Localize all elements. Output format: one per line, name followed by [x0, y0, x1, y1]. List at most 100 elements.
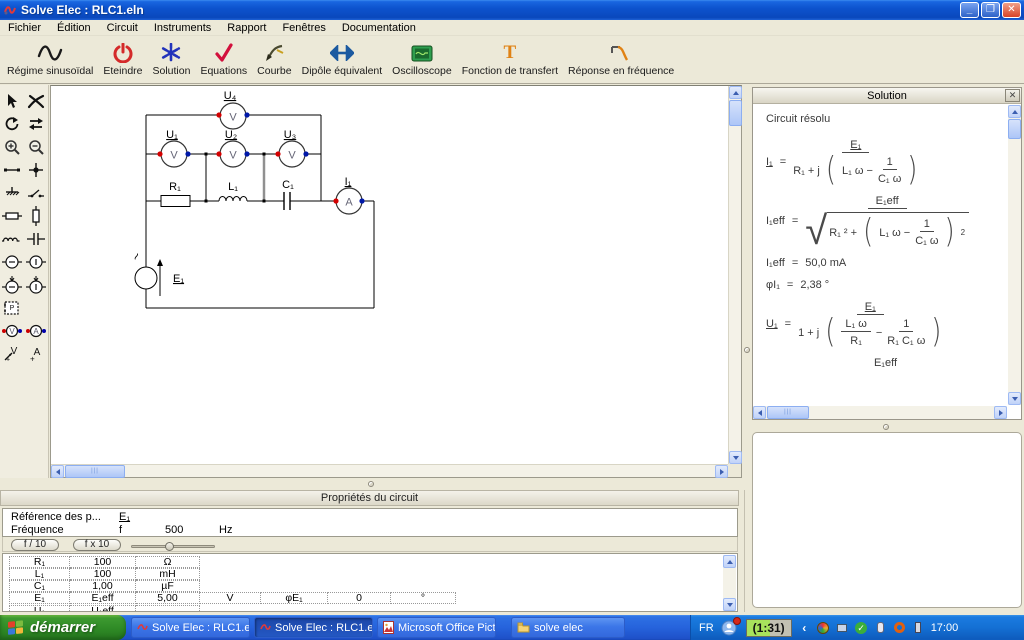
palette-ground-tool[interactable]: [0, 181, 24, 204]
palette-inductor-tool[interactable]: [0, 227, 24, 250]
messenger-icon[interactable]: [720, 619, 740, 637]
palette-zoom-in-tool[interactable]: [0, 135, 24, 158]
scroll-left-icon[interactable]: [753, 406, 766, 419]
taskbar-task-folder[interactable]: solve elec: [511, 617, 625, 638]
table-vscrollbar[interactable]: [723, 555, 736, 611]
frequency-slider[interactable]: [131, 545, 215, 548]
voltmeter-U1[interactable]: V U₁: [157, 129, 190, 167]
menu-circuit[interactable]: Circuit: [99, 21, 146, 35]
close-button[interactable]: ✕: [1002, 2, 1021, 18]
splitter-handle[interactable]: [368, 481, 374, 487]
scroll-down-icon[interactable]: [723, 598, 736, 611]
palette-wire-tool[interactable]: [0, 158, 24, 181]
menu-rapport[interactable]: Rapport: [219, 21, 274, 35]
menu-fenetres[interactable]: Fenêtres: [274, 21, 333, 35]
property-row-frequency[interactable]: Fréquence f 500 Hz: [3, 524, 737, 537]
solution-panel-header[interactable]: Solution ✕: [753, 88, 1021, 104]
tray-ring-icon[interactable]: [893, 621, 906, 634]
tray-network-icon[interactable]: [836, 621, 849, 634]
scroll-right-icon[interactable]: [715, 465, 728, 478]
tray-mouse-icon[interactable]: [874, 621, 887, 634]
schematic-canvas[interactable]: R₁ L₁ C₁ A I₁ V: [50, 85, 742, 478]
taskbar-task-solve-elec-2[interactable]: Solve Elec : RLC1.eln: [254, 617, 373, 638]
taskbar-task-solve-elec-1[interactable]: Solve Elec : RLC1.eln: [131, 617, 250, 638]
menu-instruments[interactable]: Instruments: [146, 21, 219, 35]
solution-vscrollbar[interactable]: [1008, 105, 1021, 405]
tool-courbe[interactable]: Courbe: [252, 40, 296, 82]
scroll-up-icon[interactable]: [729, 86, 742, 99]
property-row-reference[interactable]: Référence des p... E₁: [3, 511, 737, 524]
palette-node-tool[interactable]: [24, 158, 48, 181]
tool-eteindre[interactable]: Eteindre: [98, 40, 147, 82]
freq-div10-button[interactable]: f / 10: [11, 539, 59, 551]
solution-left-splitter-handle[interactable]: [744, 347, 750, 353]
voltmeter-U3[interactable]: V U₃: [275, 129, 308, 167]
scroll-right-icon[interactable]: [994, 406, 1007, 419]
resistor-R1[interactable]: R₁: [161, 181, 190, 207]
solution-vthumb[interactable]: [1008, 119, 1021, 139]
canvas-vthumb[interactable]: [729, 100, 742, 126]
tray-battery-icon[interactable]: [912, 621, 925, 634]
solution-bottom-splitter-handle[interactable]: [883, 424, 889, 430]
horizontal-splitter[interactable]: [0, 478, 742, 490]
solution-hscrollbar[interactable]: |||: [753, 406, 1007, 419]
scroll-down-icon[interactable]: [1008, 392, 1021, 405]
freq-mul10-button[interactable]: f x 10: [73, 539, 121, 551]
canvas-hscrollbar[interactable]: |||: [51, 464, 728, 477]
menu-documentation[interactable]: Documentation: [334, 21, 424, 35]
palette-current-source-arrow-tool[interactable]: [24, 273, 48, 296]
menu-edition[interactable]: Édition: [49, 21, 99, 35]
tool-equations[interactable]: Equations: [195, 40, 252, 82]
canvas-hthumb[interactable]: |||: [65, 465, 125, 478]
ammeter-I1[interactable]: A I₁: [333, 176, 364, 214]
palette-voltmeter-tool[interactable]: V: [0, 319, 24, 342]
language-indicator[interactable]: FR: [699, 622, 714, 634]
palette-voltage-source-tool[interactable]: [0, 250, 24, 273]
tray-color-icon[interactable]: [817, 621, 830, 634]
canvas-vscrollbar[interactable]: [728, 86, 741, 464]
minimize-button[interactable]: _: [960, 2, 979, 18]
tool-solution[interactable]: Solution: [148, 40, 196, 82]
palette-switch-tool[interactable]: [24, 181, 48, 204]
solution-hthumb[interactable]: |||: [767, 406, 809, 419]
scroll-left-icon[interactable]: [51, 465, 64, 478]
palette-reverse-tool[interactable]: [24, 112, 48, 135]
solution-close-icon[interactable]: ✕: [1005, 89, 1020, 102]
menu-fichier[interactable]: Fichier: [0, 21, 49, 35]
palette-ammeter-tool[interactable]: A: [24, 319, 48, 342]
palette-current-source-tool[interactable]: [24, 250, 48, 273]
palette-zoom-out-tool[interactable]: [24, 135, 48, 158]
capacitor-C1[interactable]: C₁: [282, 179, 294, 210]
palette-capacitor-tool[interactable]: [24, 227, 48, 250]
palette-select-tool[interactable]: [0, 89, 24, 112]
tool-fonction-transfert[interactable]: T Fonction de transfert: [457, 40, 563, 82]
tool-reponse-frequence[interactable]: Réponse en fréquence: [563, 40, 679, 82]
taskbar-task-picture-manager[interactable]: Microsoft Office Pictu...: [377, 617, 496, 638]
voltmeter-U4[interactable]: V U₄: [216, 90, 249, 129]
palette-current-probe-tool[interactable]: A+: [24, 342, 48, 365]
palette-resistor-h-tool[interactable]: [0, 204, 24, 227]
palette-opamp-tool[interactable]: P: [0, 296, 24, 319]
palette-voltage-source-arrow-tool[interactable]: [0, 273, 24, 296]
voltmeter-U2[interactable]: V U₂: [216, 129, 249, 167]
tray-update-icon[interactable]: ✓: [855, 621, 868, 634]
tool-dipole-equivalent[interactable]: Dipôle équivalent: [297, 40, 388, 82]
battery-time-indicator[interactable]: (1:31): [746, 619, 792, 637]
scroll-up-icon[interactable]: [1008, 105, 1021, 118]
inductor-L1[interactable]: L₁: [219, 181, 247, 201]
clock[interactable]: 17:00: [931, 622, 959, 634]
frequency-value[interactable]: 500: [165, 524, 183, 536]
collapse-tray-icon[interactable]: ‹: [798, 621, 811, 634]
restore-button[interactable]: ❐: [981, 2, 1000, 18]
palette-resistor-v-tool[interactable]: [24, 204, 48, 227]
tool-regime-sinusoidal[interactable]: Régime sinusoïdal: [2, 40, 98, 82]
palette-voltage-probe-tool[interactable]: V+: [0, 342, 24, 365]
start-button[interactable]: démarrer: [0, 615, 126, 640]
tool-oscilloscope[interactable]: Oscilloscope: [387, 40, 457, 82]
palette-rotate-tool[interactable]: [0, 112, 24, 135]
source-E1[interactable]: ~ E₁: [128, 249, 185, 296]
palette-pliers-tool[interactable]: [24, 89, 48, 112]
scroll-up-icon[interactable]: [723, 555, 736, 568]
scroll-down-icon[interactable]: [729, 451, 742, 464]
frequency-slider-thumb[interactable]: [165, 542, 174, 551]
